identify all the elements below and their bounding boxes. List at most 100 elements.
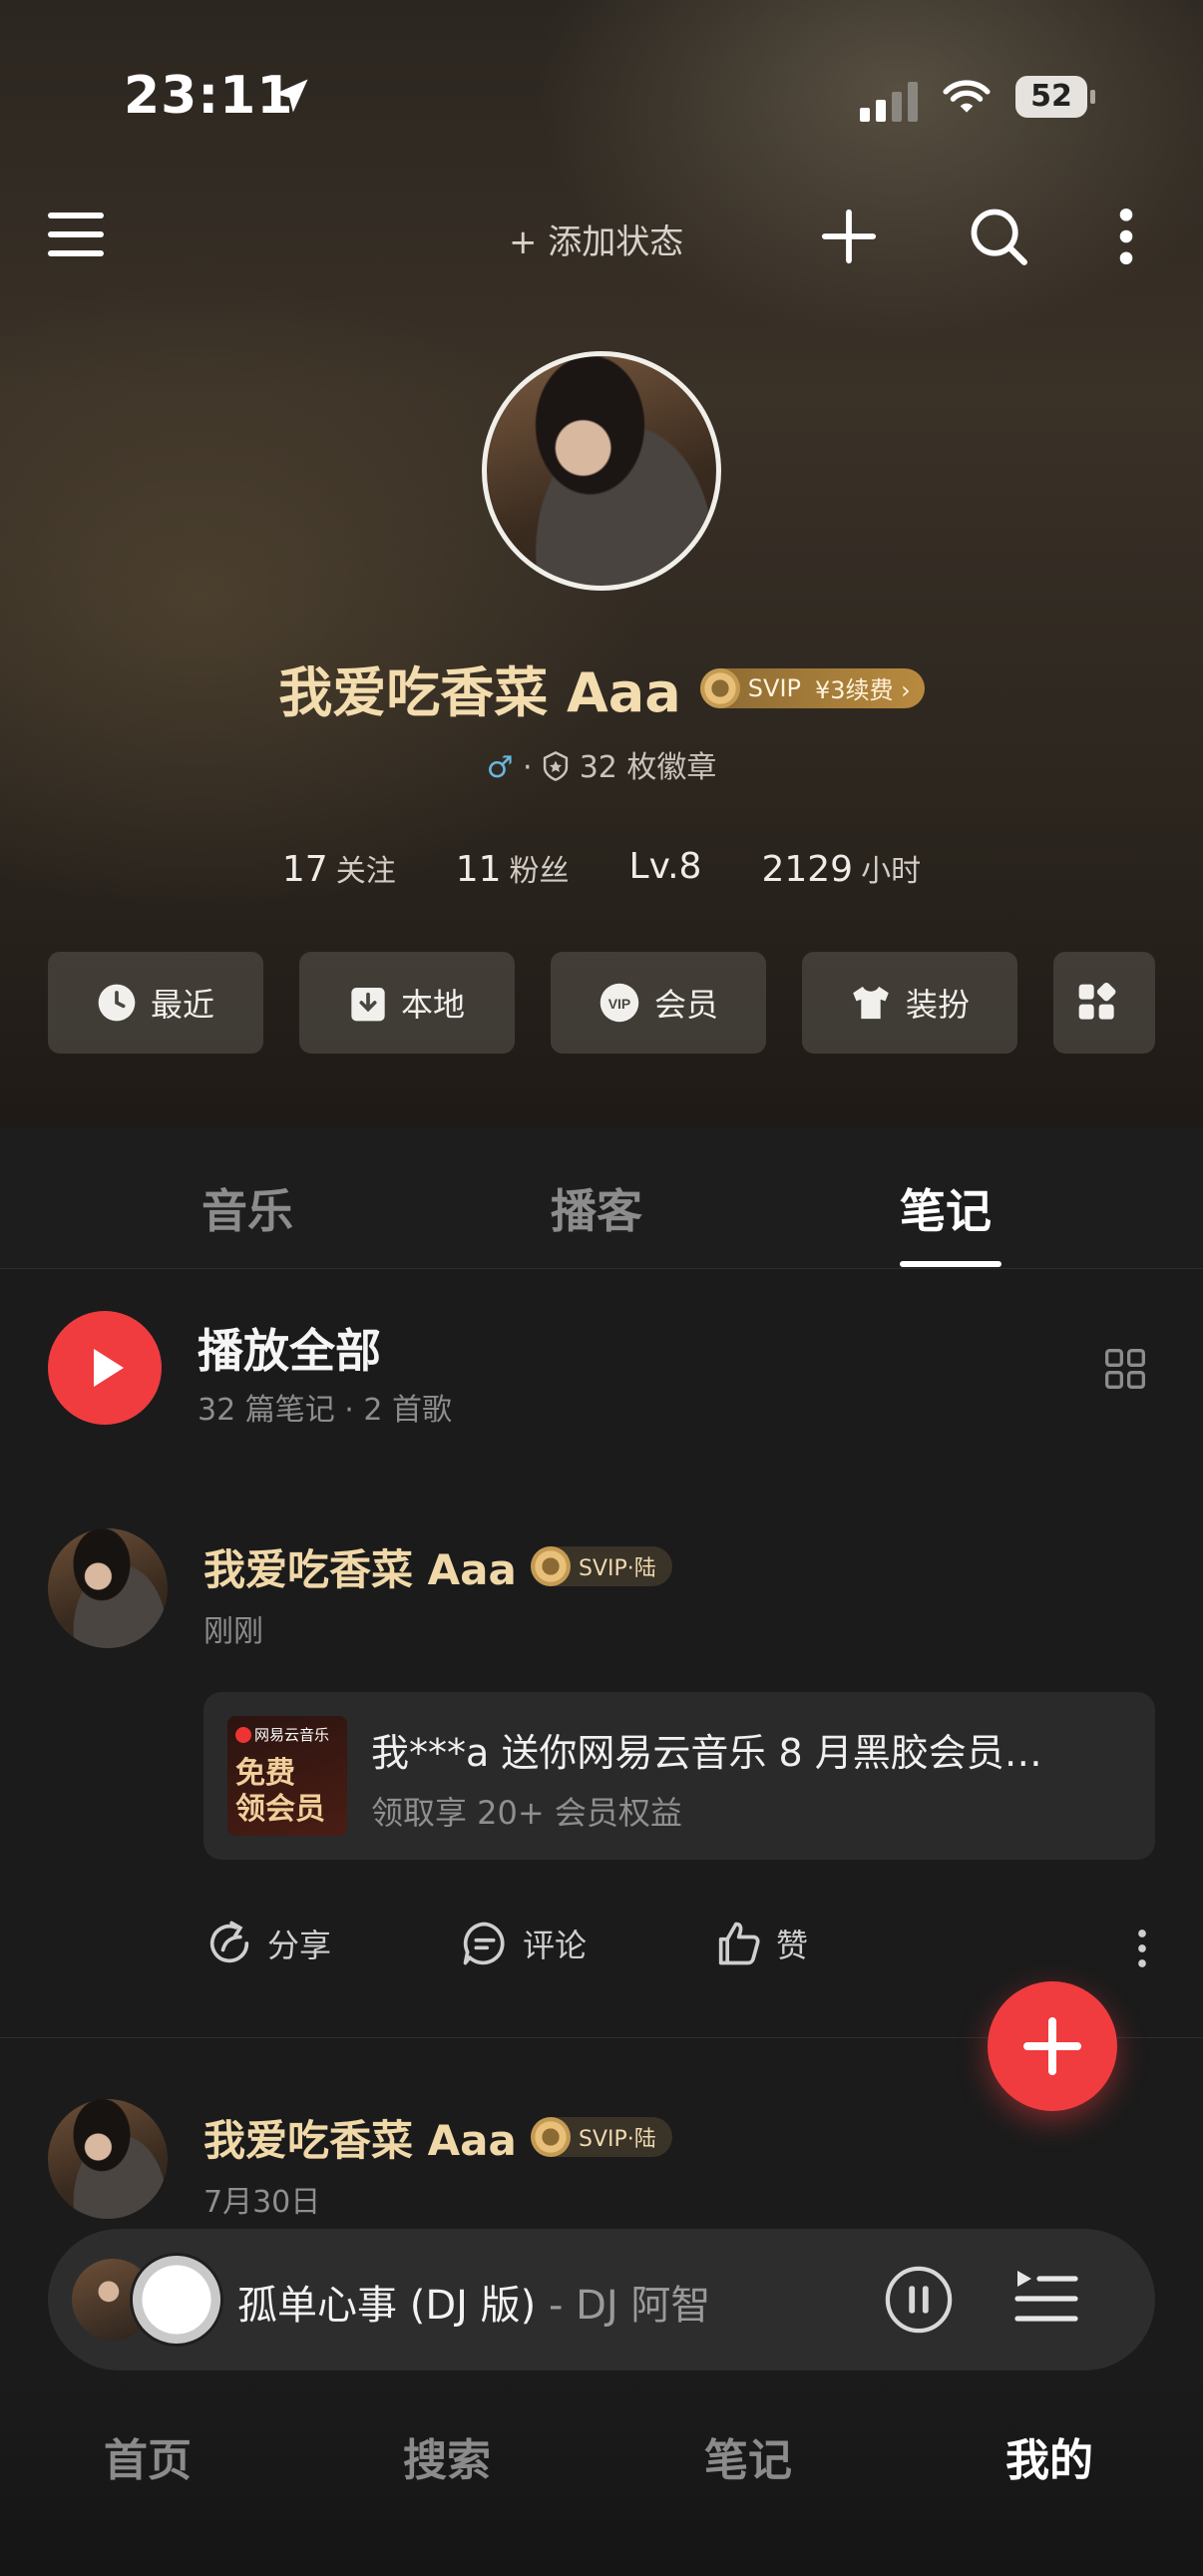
hours-count: 2129 (761, 849, 854, 890)
play-all-button[interactable] (48, 1311, 162, 1425)
active-tab-indicator (900, 1261, 1002, 1267)
thumb-line-1: 免费 (235, 1756, 295, 1791)
nav-notes[interactable]: 笔记 (704, 2424, 792, 2488)
follow-stat[interactable]: 17 关注 (282, 846, 396, 890)
recent-button[interactable]: 最近 (48, 952, 263, 1054)
level-stat[interactable]: Lv.8 (629, 846, 702, 890)
thumb-brand-label: 网易云音乐 (254, 1726, 330, 1744)
svip-renew-badge[interactable]: SVIP ¥3续费 › (699, 667, 925, 708)
local-label: 本地 (400, 986, 465, 1024)
nav-home[interactable]: 首页 (104, 2424, 192, 2488)
post-time: 7月30日 (203, 2185, 321, 2220)
playlist-icon[interactable] (1013, 2267, 1079, 2331)
thumb-brand: 网易云音乐 (235, 1724, 329, 1745)
battery-indicator: 52 (1015, 76, 1095, 118)
post-svip-label: SVIP·陆 (579, 2127, 656, 2152)
vip-share-card[interactable]: 网易云音乐 免费 领会员 我***a 送你网易云音乐 8 月黑胶会员… 领取享 2… (203, 1692, 1155, 1860)
post-author-avatar[interactable] (48, 2099, 168, 2219)
svip-label: SVIP (747, 673, 801, 702)
vip-button[interactable]: VIP 会员 (551, 952, 766, 1054)
play-icon (94, 1349, 124, 1387)
vip-label: 会员 (653, 986, 718, 1024)
song-title: 孤单心事 (DJ 版) (237, 2283, 537, 2329)
svip-coin-icon (531, 2117, 571, 2157)
grid-view-icon[interactable] (1103, 1347, 1147, 1391)
post-author-name[interactable]: 我爱吃香菜 Aaa (203, 1536, 517, 1597)
menu-icon[interactable] (48, 210, 104, 259)
svip-coin-icon (531, 1546, 571, 1586)
comment-button[interactable]: 评论 (459, 1918, 587, 1969)
profile-stats: 17 关注 11 粉丝 Lv.8 2129 小时 (0, 846, 1203, 890)
comment-label: 评论 (523, 1927, 588, 1964)
share-label: 分享 (267, 1927, 332, 1964)
post-author-avatar[interactable] (48, 1528, 168, 1648)
dressup-label: 装扮 (905, 986, 970, 1024)
cellular-signal-icon (860, 82, 918, 122)
profile-name-row: 我爱吃香菜 Aaa SVIP ¥3续费 › (0, 648, 1203, 727)
download-box-icon (351, 988, 385, 1022)
recent-label: 最近 (150, 986, 214, 1024)
like-button[interactable]: 赞 (712, 1918, 808, 1969)
medal-icon (544, 751, 569, 781)
dressup-button[interactable]: 装扮 (802, 952, 1017, 1054)
profile-subinfo: ♂ · 32 枚徽章 (0, 742, 1203, 786)
post-svip-badge: SVIP·陆 (531, 1546, 672, 1586)
share-button[interactable]: 分享 (203, 1918, 331, 1969)
more-apps-button[interactable] (1053, 952, 1155, 1054)
vip-icon: VIP (600, 983, 639, 1023)
tab-notes[interactable]: 笔记 (900, 1175, 992, 1241)
thumbs-up-icon (718, 1922, 760, 1965)
post-svip-label: SVIP·陆 (579, 1556, 656, 1581)
nav-search[interactable]: 搜索 (403, 2424, 491, 2488)
post-time: 刚刚 (203, 1614, 263, 1649)
thumb-line-2: 领会员 (235, 1792, 325, 1827)
apps-grid-icon (1078, 983, 1116, 1020)
profile-page: 23:11 52 + 添加状态 我爱吃香菜 Aaa SVIP ¥3续费 › ♂ … (0, 0, 1203, 2576)
svg-text:VIP: VIP (608, 996, 631, 1012)
tshirt-icon (853, 986, 889, 1020)
follow-label: 关注 (335, 854, 396, 889)
svip-coin-icon (699, 667, 740, 708)
follow-count: 17 (281, 849, 328, 890)
like-label: 赞 (776, 1927, 809, 1964)
player-cover-disc (130, 2253, 223, 2347)
add-status-button[interactable]: + 添加状态 (509, 215, 683, 263)
fans-label: 粉丝 (509, 854, 570, 889)
fans-count: 11 (455, 849, 502, 890)
post-svip-badge: SVIP·陆 (531, 2117, 672, 2157)
search-icon[interactable] (968, 206, 1029, 267)
post-more-icon[interactable] (1137, 1926, 1147, 1971)
mini-player[interactable]: 孤单心事 (DJ 版) - DJ 阿智 (48, 2229, 1155, 2370)
wifi-icon (943, 80, 991, 113)
renew-label: ¥3续费 › (815, 676, 911, 704)
nav-mine[interactable]: 我的 (1005, 2424, 1093, 2488)
thumb-caption: 免费 领会员 (235, 1756, 325, 1828)
local-button[interactable]: 本地 (299, 952, 515, 1054)
vip-card-thumbnail: 网易云音乐 免费 领会员 (227, 1716, 347, 1836)
new-note-fab[interactable] (988, 1981, 1117, 2111)
play-all-title[interactable]: 播放全部 (198, 1315, 381, 1381)
hours-label: 小时 (861, 854, 922, 889)
fans-stat[interactable]: 11 粉丝 (456, 846, 570, 890)
plus-icon[interactable] (820, 208, 878, 265)
badge-count[interactable]: 32 枚徽章 (580, 750, 717, 785)
pause-icon[interactable] (884, 2265, 954, 2335)
now-playing-title: 孤单心事 (DJ 版) - DJ 阿智 (237, 2273, 710, 2331)
tab-podcast[interactable]: 播客 (551, 1175, 642, 1241)
clock-icon (98, 984, 136, 1022)
listen-hours-stat[interactable]: 2129 小时 (761, 846, 921, 890)
male-icon: ♂ (486, 750, 514, 785)
status-time: 23:11 (124, 66, 294, 126)
tab-music[interactable]: 音乐 (201, 1175, 293, 1241)
profile-name: 我爱吃香菜 Aaa (278, 661, 681, 724)
more-vertical-icon[interactable] (1117, 208, 1135, 265)
post-author-name[interactable]: 我爱吃香菜 Aaa (203, 2107, 517, 2168)
post-actions: 分享 评论 赞 (203, 1918, 1155, 1973)
battery-tip (1090, 90, 1095, 104)
card-subtitle: 领取享 20+ 会员权益 (371, 1794, 682, 1832)
bottom-nav: 首页 搜索 笔记 我的 (0, 2370, 1203, 2576)
location-arrow-icon (274, 79, 308, 113)
plus-icon (1023, 2017, 1081, 2075)
profile-avatar[interactable] (482, 351, 721, 591)
netease-logo-icon (235, 1727, 251, 1743)
